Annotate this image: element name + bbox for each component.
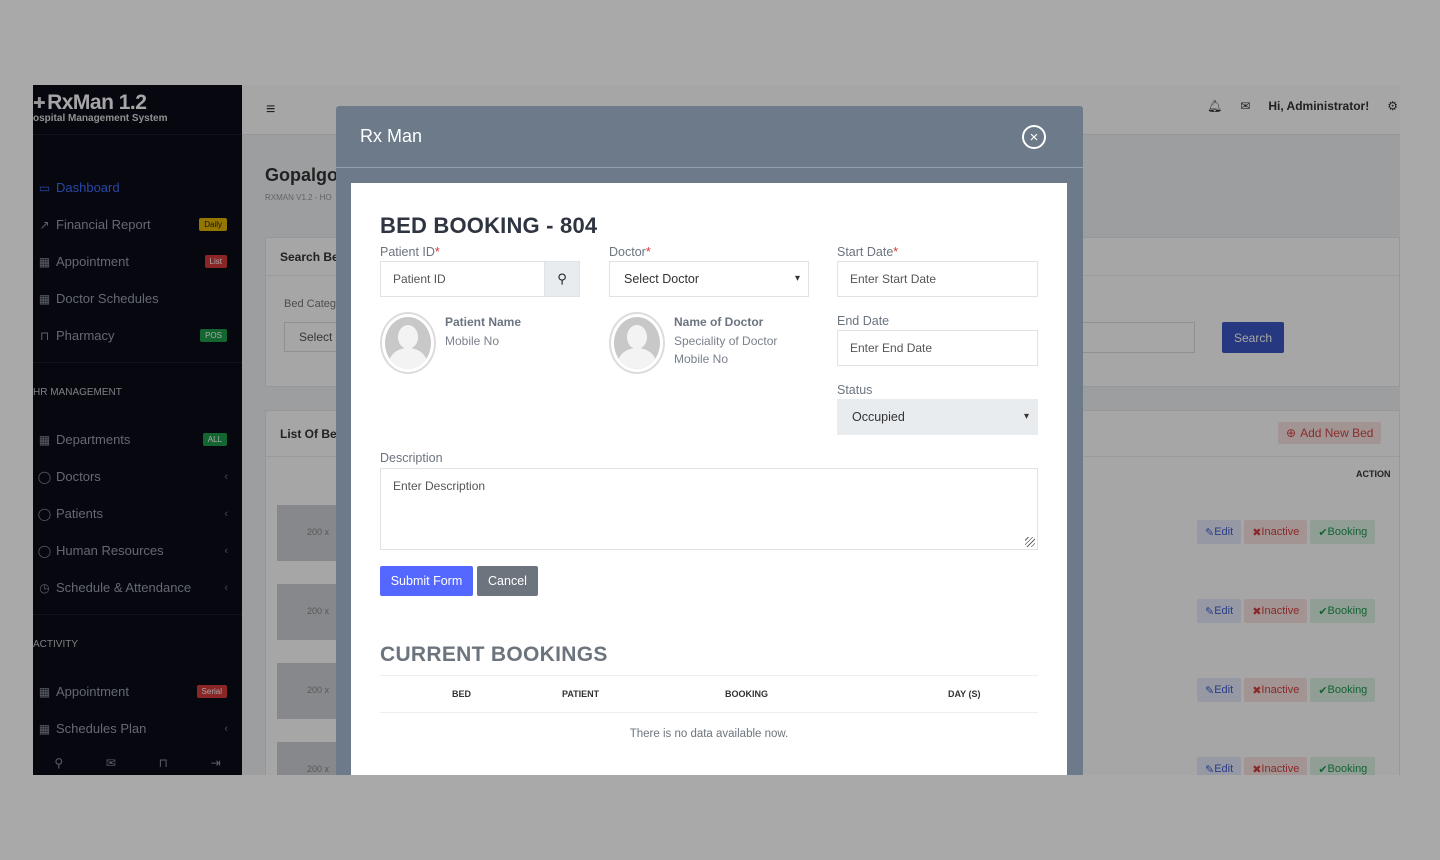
chevron-down-icon: ▾ (794, 273, 800, 284)
patient-name: Patient Name (445, 315, 522, 329)
bed-booking-modal: Rx Man × BED BOOKING - 804 Patient ID* P… (336, 106, 1083, 775)
resize-handle-icon[interactable] (1025, 537, 1035, 547)
end-date-input[interactable]: Enter End Date (837, 330, 1038, 366)
app-window: ✚ RxMan 1.2 ospital Management System ▭ D… (33, 85, 1400, 775)
patient-id-label: Patient ID* (380, 245, 440, 259)
column-header-patient: PATIENT (562, 689, 600, 699)
submit-form-button[interactable]: Submit Form (380, 566, 473, 596)
description-textarea[interactable]: Enter Description (380, 468, 1038, 550)
cancel-button[interactable]: Cancel (477, 566, 538, 596)
status-label: Status (837, 383, 873, 397)
modal-body: BED BOOKING - 804 Patient ID* Patient ID… (351, 183, 1067, 775)
column-header-bed: BED (452, 689, 472, 699)
end-date-label: End Date (837, 314, 890, 328)
column-header-booking: BOOKING (725, 689, 769, 699)
close-icon[interactable]: × (1022, 125, 1046, 149)
patient-avatar (380, 312, 436, 374)
doctor-name: Name of Doctor (674, 315, 764, 329)
empty-table-message: There is no data available now. (629, 728, 789, 740)
patient-mobile: Mobile No (445, 334, 500, 348)
modal-title: Rx Man (360, 126, 423, 146)
doctor-label: Doctor* (609, 245, 651, 259)
description-label: Description (380, 451, 443, 465)
modal-header: Rx Man × (336, 106, 1083, 168)
doctor-select[interactable]: Select Doctor ▾ (609, 261, 809, 297)
start-date-label: Start Date* (837, 245, 899, 259)
doctor-speciality: Speciality of Doctor (674, 334, 778, 348)
chevron-down-icon: ▾ (1023, 411, 1029, 422)
current-bookings-title: CURRENT BOOKINGS (380, 643, 608, 666)
table-header-row: BED PATIENT BOOKING DAY (S) (380, 675, 1038, 713)
search-icon[interactable]: ⚲ (544, 261, 580, 297)
patient-id-input[interactable]: Patient ID (380, 261, 545, 297)
start-date-input[interactable]: Enter Start Date (837, 261, 1038, 297)
current-bookings-table: BED PATIENT BOOKING DAY (S) There is no … (380, 675, 1038, 755)
doctor-avatar (609, 312, 665, 374)
doctor-mobile: Mobile No (674, 352, 729, 366)
column-header-days: DAY (S) (948, 689, 981, 699)
status-select[interactable]: Occupied ▾ (837, 399, 1038, 435)
booking-heading: BED BOOKING - 804 (380, 213, 598, 238)
